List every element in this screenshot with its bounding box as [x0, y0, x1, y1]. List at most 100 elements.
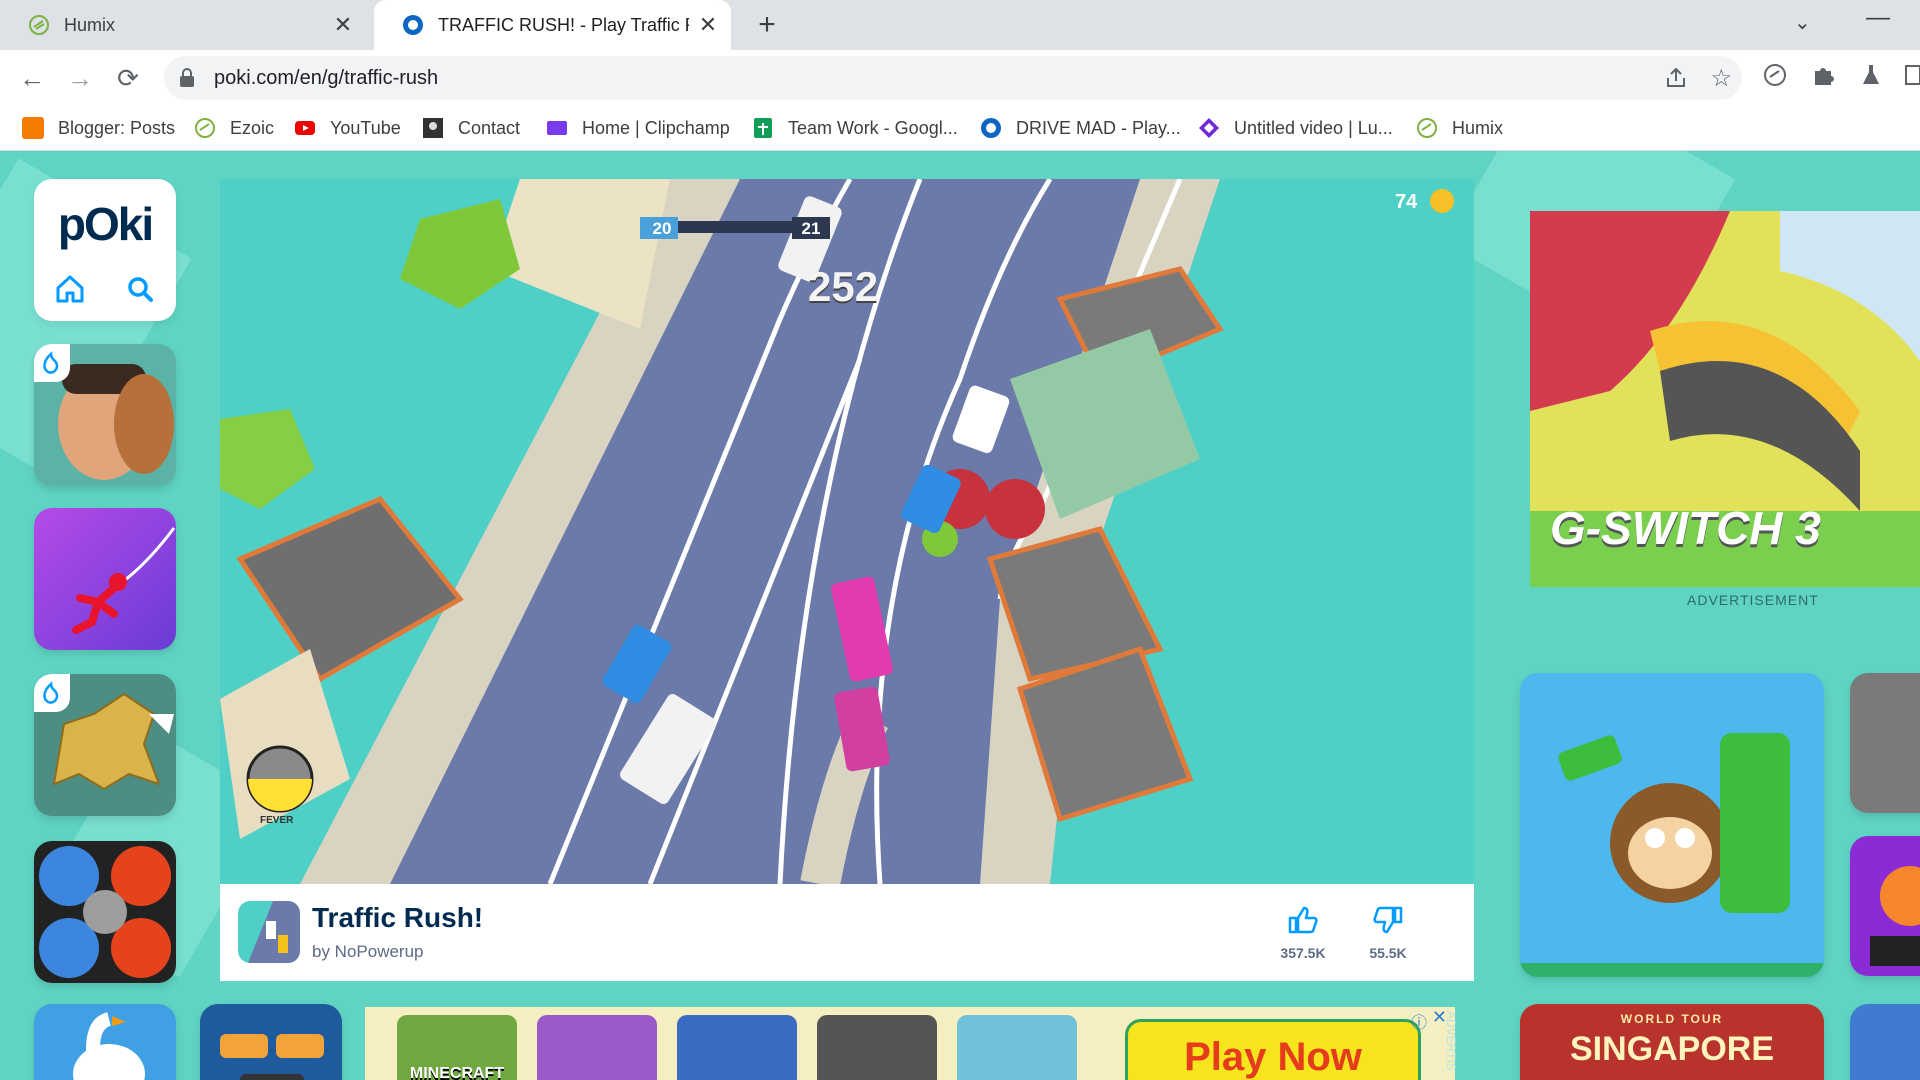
like-button[interactable]: 357.5K — [1273, 906, 1333, 961]
bookmark-blogger[interactable]: Blogger: Posts — [22, 115, 175, 141]
like-count: 357.5K — [1280, 945, 1326, 961]
bookmark-label: Team Work - Googl... — [788, 117, 958, 138]
flame-icon — [43, 351, 59, 374]
tab-bar: Humix ✕ TRAFFIC RUSH! - Play Traffic Rus… — [0, 0, 1920, 50]
new-tab-button[interactable]: + — [750, 8, 784, 42]
game-thumbnail[interactable] — [34, 841, 176, 983]
blobs-art — [39, 846, 171, 978]
game-thumbnail[interactable] — [1850, 673, 1920, 813]
game-thumbnail[interactable] — [34, 344, 176, 486]
poki-page: pOki 20 21 252 74 FEVER Traffic Rush! by… — [0, 151, 1920, 1080]
address-bar[interactable]: poki.com/en/g/traffic-rush ☆ — [164, 56, 1742, 100]
ad-game-title: G-SWITCH 3 — [1550, 502, 1821, 554]
lumen-icon — [1199, 118, 1219, 138]
game-thumbnail[interactable] — [200, 1004, 342, 1080]
sushi-art — [1870, 866, 1920, 966]
url-text: poki.com/en/g/traffic-rush — [214, 67, 439, 89]
clipchamp-icon — [547, 121, 567, 135]
game-thumbnail[interactable] — [34, 674, 176, 816]
puzzle-icon[interactable] — [1810, 62, 1836, 88]
score: 252 — [808, 263, 879, 310]
tab-humix[interactable]: Humix ✕ — [0, 0, 366, 50]
youtube-icon — [295, 121, 315, 135]
game-thumbnail[interactable] — [1850, 1004, 1920, 1080]
bookmark-label: Home | Clipchamp — [582, 117, 730, 138]
tab-title: Humix — [64, 14, 116, 35]
hot-badge — [34, 674, 70, 712]
cars-art — [220, 1034, 324, 1080]
ad-game-tile[interactable] — [957, 1015, 1077, 1080]
flame-icon — [43, 681, 59, 704]
tab-traffic-rush[interactable]: TRAFFIC RUSH! - Play Traffic Rush ✕ — [374, 0, 731, 50]
game-author[interactable]: by NoPowerup — [312, 942, 424, 962]
thumbs-down-icon — [1373, 906, 1403, 934]
game-thumbnail[interactable] — [34, 1004, 176, 1080]
fever-label: FEVER — [260, 815, 294, 826]
bookmarks-bar: Blogger: Posts Ezoic YouTube Contact Hom… — [0, 105, 1920, 151]
star-icon[interactable]: ☆ — [1710, 64, 1732, 93]
dislike-button[interactable]: 55.5K — [1358, 906, 1418, 961]
game-thumbnail[interactable] — [1850, 836, 1920, 976]
bookmark-humix[interactable]: Humix — [1416, 115, 1503, 141]
bookmark-drive-mad[interactable]: DRIVE MAD - Play... — [980, 115, 1181, 141]
singapore-label: SINGAPORE — [1569, 1030, 1775, 1068]
poki-icon — [403, 15, 423, 35]
search-icon[interactable] — [122, 271, 158, 307]
bookmark-label: Contact — [458, 117, 521, 138]
bookmark-clipchamp[interactable]: Home | Clipchamp — [546, 115, 730, 141]
ad-game-tile[interactable] — [677, 1015, 797, 1080]
advertisement-banner[interactable]: G-SWITCH 3 — [1530, 211, 1920, 587]
home-icon[interactable] — [52, 271, 88, 307]
humix-extension-icon[interactable] — [1762, 62, 1788, 88]
forward-button[interactable]: → — [62, 60, 98, 96]
bookmark-ezoic[interactable]: Ezoic — [194, 115, 274, 141]
bookmark-label: Blogger: Posts — [58, 117, 176, 138]
game-canvas[interactable]: 20 21 252 74 FEVER — [220, 179, 1474, 884]
game-thumbnail[interactable] — [34, 508, 176, 650]
bookmark-untitled-video[interactable]: Untitled video | Lu... — [1198, 115, 1393, 141]
stickman-art — [72, 527, 176, 634]
coin-count: 74 — [1395, 191, 1418, 213]
info-icon[interactable]: ⓘ — [1411, 1009, 1427, 1033]
bookmark-label: YouTube — [330, 117, 401, 138]
humix-icon — [1417, 118, 1437, 138]
sidepanel-icon[interactable] — [1904, 62, 1920, 88]
contact-icon — [423, 118, 443, 138]
monkey-money-art — [1520, 673, 1824, 977]
chevron-down-icon[interactable]: ⌄ — [1794, 10, 1811, 35]
game-thumbnail[interactable]: WORLD TOUR SINGAPORE — [1520, 1004, 1824, 1080]
hot-badge — [34, 344, 70, 382]
bookmark-contact[interactable]: Contact — [422, 115, 520, 141]
ezoic-icon — [195, 118, 215, 138]
humix-icon — [29, 15, 49, 35]
world-tour-label: WORLD TOUR — [1620, 1012, 1724, 1026]
ad-game-tile[interactable] — [537, 1015, 657, 1080]
blogger-icon — [22, 117, 44, 139]
ad-game-tile[interactable] — [817, 1015, 937, 1080]
advertisement-label: ADVERTISEMENT — [1687, 592, 1819, 608]
goose-art — [73, 1012, 145, 1080]
browser-toolbar: ← → ⟳ poki.com/en/g/traffic-rush ☆ — [0, 50, 1920, 105]
bookmark-teamwork[interactable]: Team Work - Googl... — [752, 115, 958, 141]
game-info-bar: Traffic Rush! by NoPowerup 357.5K 55.5K — [220, 884, 1474, 981]
back-button[interactable]: ← — [14, 60, 50, 96]
poki-logo-card: pOki — [34, 179, 176, 321]
close-icon[interactable]: ✕ — [332, 12, 354, 38]
bookmark-youtube[interactable]: YouTube — [294, 115, 401, 141]
flask-icon[interactable] — [1858, 62, 1884, 88]
poki-logo[interactable]: pOki — [34, 197, 176, 251]
bookmark-label: Ezoic — [230, 117, 275, 138]
share-icon[interactable] — [1664, 66, 1688, 90]
game-thumbnail[interactable] — [1520, 673, 1824, 977]
ad-game-tile[interactable]: MINECRAFT — [397, 1015, 517, 1080]
bookmark-label: DRIVE MAD - Play... — [1016, 117, 1181, 138]
bookmark-label: Untitled video | Lu... — [1234, 117, 1393, 138]
game-icon — [238, 901, 300, 963]
tab-title: TRAFFIC RUSH! - Play Traffic Rush — [438, 14, 689, 35]
minimize-button[interactable]: — — [1866, 4, 1890, 32]
play-now-button[interactable]: Play Now — [1125, 1019, 1421, 1080]
game-title: Traffic Rush! — [312, 902, 484, 933]
bottom-advertisement[interactable]: MINECRAFT Play Now ⓘ ✕ — [365, 1007, 1455, 1080]
reload-button[interactable]: ⟳ — [110, 60, 146, 96]
close-icon[interactable]: ✕ — [697, 12, 719, 38]
